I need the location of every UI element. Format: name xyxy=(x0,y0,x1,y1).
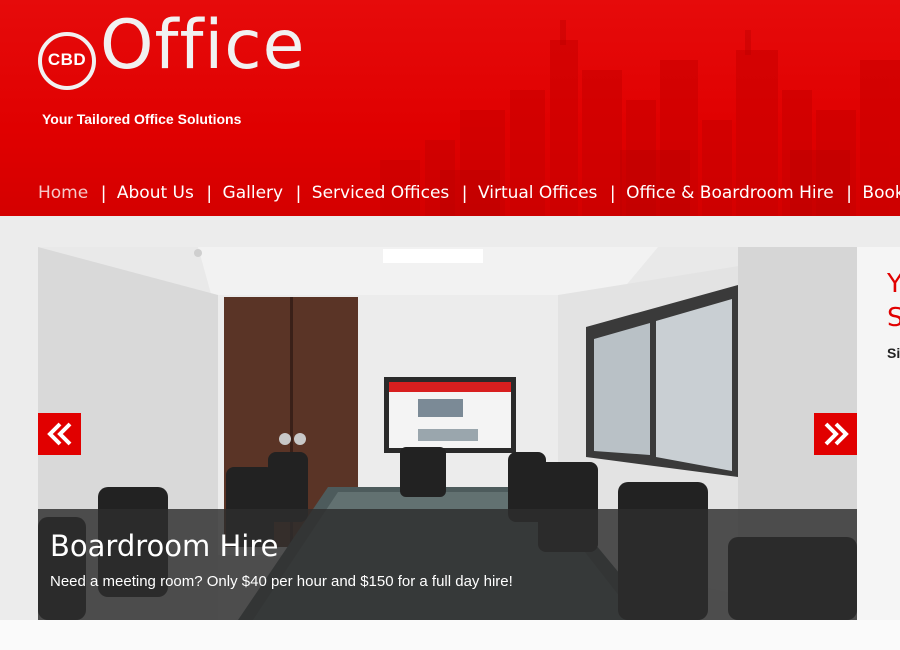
nav-separator: | xyxy=(610,182,616,203)
nav-virtual-offices[interactable]: Virtual Offices xyxy=(478,183,597,203)
nav-gallery[interactable]: Gallery xyxy=(223,183,284,203)
panel-heading-line2: S xyxy=(887,303,900,333)
slider-prev-button[interactable] xyxy=(38,413,81,455)
slide-caption: Boardroom Hire Need a meeting room? Only… xyxy=(38,509,857,620)
nav-home[interactable]: Home xyxy=(38,183,88,203)
double-chevron-left-icon xyxy=(46,422,71,446)
site-header: CBD Office Your Tailored Office Solution… xyxy=(0,0,900,216)
nav-separator: | xyxy=(462,182,467,203)
logo-wordmark: Office xyxy=(100,6,306,85)
double-chevron-right-icon xyxy=(824,422,849,446)
content-bottom-strip xyxy=(0,620,900,650)
welcome-panel: Y S Si xyxy=(857,247,900,620)
nav-serviced-offices[interactable]: Serviced Offices xyxy=(312,183,450,203)
panel-subheading: Si xyxy=(887,345,900,361)
nav-separator: | xyxy=(206,182,212,203)
slider-next-button[interactable] xyxy=(814,413,857,455)
nav-separator: | xyxy=(296,182,301,203)
tagline: Your Tailored Office Solutions xyxy=(42,111,242,127)
nav-booking[interactable]: Booking xyxy=(862,183,900,203)
logo-badge-text: CBD xyxy=(47,50,87,69)
hero-slider: Boardroom Hire Need a meeting room? Only… xyxy=(38,247,857,620)
panel-heading: Y S xyxy=(887,267,900,335)
slide-title: Boardroom Hire xyxy=(50,529,279,563)
nav-office-boardroom-hire[interactable]: Office & Boardroom Hire xyxy=(626,183,834,203)
nav-separator: | xyxy=(101,182,106,203)
nav-separator: | xyxy=(846,182,852,203)
slide-description: Need a meeting room? Only $40 per hour a… xyxy=(50,573,513,590)
panel-heading-line1: Y xyxy=(887,269,900,299)
main-navigation: Home | About Us | Gallery | Serviced Off… xyxy=(38,181,900,205)
nav-about-us[interactable]: About Us xyxy=(117,183,194,203)
